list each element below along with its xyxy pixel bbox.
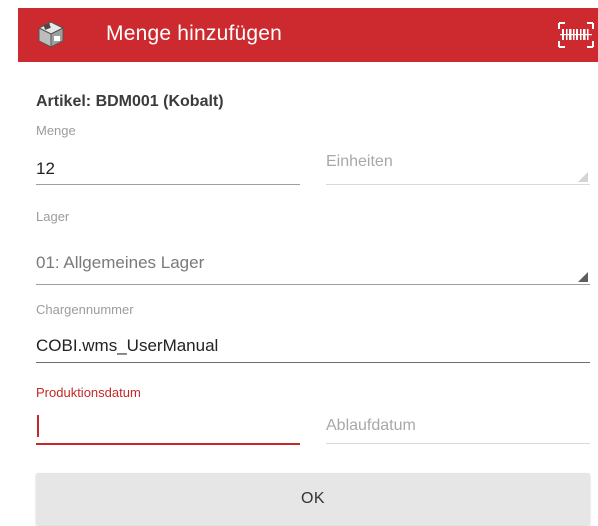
page-title: Menge hinzufügen bbox=[106, 22, 282, 45]
ok-button[interactable]: OK bbox=[36, 473, 590, 525]
quantity-underline bbox=[36, 184, 300, 185]
add-quantity-screen: Menge hinzufügen Artikel: BDM001 (Kobalt… bbox=[0, 0, 598, 526]
box-app-icon bbox=[37, 21, 65, 48]
barcode-scan-icon[interactable] bbox=[556, 20, 596, 50]
ok-button-label: OK bbox=[300, 490, 326, 507]
warehouse-underline bbox=[36, 284, 590, 285]
warehouse-spinner[interactable]: 01: Allgemeines Lager bbox=[36, 253, 204, 273]
quantity-label: Menge bbox=[36, 123, 76, 138]
expiry-date-underline bbox=[326, 443, 590, 444]
unit-spinner[interactable]: Einheiten bbox=[326, 153, 393, 171]
unit-dropdown-icon bbox=[578, 172, 588, 182]
warehouse-dropdown-icon bbox=[578, 272, 588, 282]
production-date-label: Produktionsdatum bbox=[36, 385, 141, 400]
article-label: Artikel: BDM001 (Kobalt) bbox=[36, 93, 224, 110]
unit-underline bbox=[326, 184, 590, 185]
warehouse-label: Lager bbox=[36, 209, 70, 224]
production-date-input[interactable] bbox=[36, 420, 300, 444]
app-bar: Menge hinzufügen bbox=[18, 8, 598, 62]
batch-label: Chargennummer bbox=[36, 302, 134, 317]
expiry-date-input[interactable]: Ablaufdatum bbox=[326, 417, 416, 435]
quantity-input[interactable]: 12 bbox=[36, 159, 55, 179]
batch-input[interactable]: COBI.wms_UserManual bbox=[36, 336, 218, 356]
text-cursor bbox=[37, 415, 39, 437]
batch-underline bbox=[36, 362, 590, 363]
production-date-underline bbox=[36, 443, 300, 445]
